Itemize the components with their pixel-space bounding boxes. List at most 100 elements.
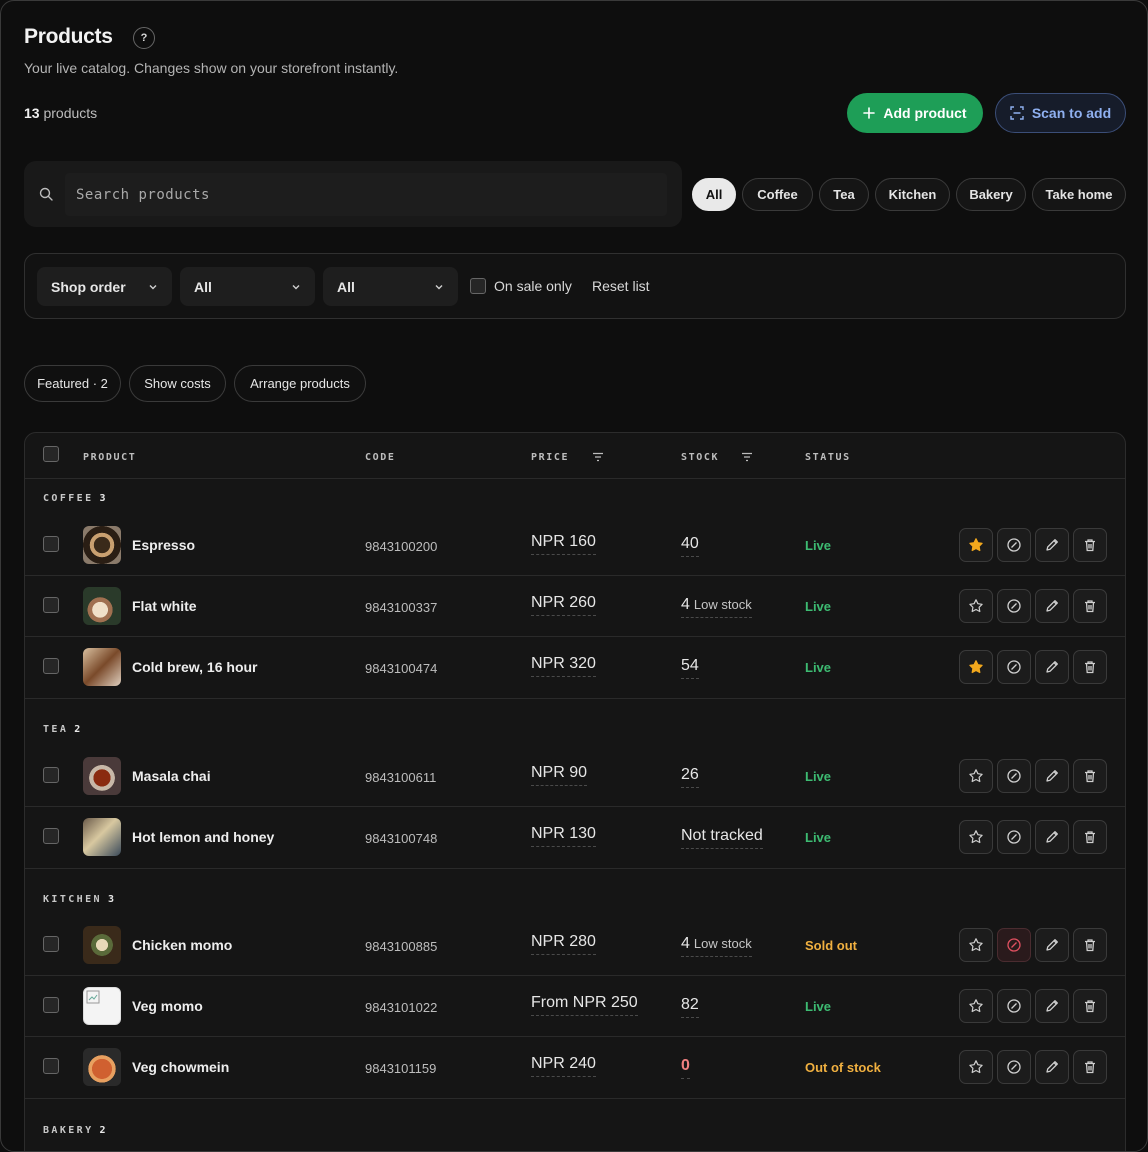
feature-star-button[interactable] (959, 650, 993, 684)
row-checkbox[interactable] (43, 658, 59, 674)
delete-button[interactable] (1073, 759, 1107, 793)
edit-button[interactable] (1035, 528, 1069, 562)
edit-button[interactable] (1035, 589, 1069, 623)
delete-button[interactable] (1073, 650, 1107, 684)
product-thumbnail (83, 587, 121, 625)
delete-button[interactable] (1073, 589, 1107, 623)
mark-unavailable-button[interactable] (997, 1050, 1031, 1084)
mark-unavailable-button[interactable] (997, 928, 1031, 962)
product-code: 9843100337 (365, 600, 438, 615)
product-stock[interactable]: 82 (681, 996, 699, 1018)
filter-select-2[interactable]: All (323, 267, 458, 306)
search-input[interactable] (65, 173, 667, 216)
sort-select[interactable]: Shop order (37, 267, 172, 306)
product-price[interactable]: NPR 320 (531, 655, 596, 677)
mark-unavailable-button[interactable] (997, 820, 1031, 854)
product-name[interactable]: Veg momo (132, 998, 203, 1014)
trash-icon (1085, 770, 1095, 783)
product-name[interactable]: Espresso (132, 537, 195, 553)
product-thumbnail (83, 926, 121, 964)
feature-star-button[interactable] (959, 928, 993, 962)
chip-coffee[interactable]: Coffee (742, 178, 813, 211)
featured-toggle[interactable]: Featured · 2 (24, 365, 121, 402)
price-sort-icon[interactable] (592, 452, 604, 462)
product-price[interactable]: NPR 280 (531, 933, 596, 955)
row-checkbox[interactable] (43, 828, 59, 844)
column-header-price[interactable]: PRICE (531, 452, 569, 463)
product-stock[interactable]: 26 (681, 766, 699, 788)
scan-to-add-button[interactable]: Scan to add (995, 93, 1126, 133)
edit-button[interactable] (1035, 989, 1069, 1023)
product-stock[interactable]: 0 (681, 1057, 690, 1079)
mark-unavailable-button[interactable] (997, 650, 1031, 684)
edit-button[interactable] (1035, 820, 1069, 854)
product-price[interactable]: NPR 90 (531, 764, 588, 786)
feature-star-button[interactable] (959, 589, 993, 623)
trash-icon (1085, 600, 1095, 613)
edit-button[interactable] (1035, 1050, 1069, 1084)
product-name[interactable]: Veg chowmein (132, 1059, 229, 1075)
add-product-button[interactable]: Add product (847, 93, 983, 133)
product-name[interactable]: Chicken momo (132, 937, 232, 953)
product-price[interactable]: NPR 160 (531, 533, 596, 555)
feature-star-button[interactable] (959, 528, 993, 562)
chip-take-home[interactable]: Take home (1032, 178, 1126, 211)
star-icon (969, 938, 983, 952)
pencil-icon (1046, 939, 1058, 951)
select-all-checkbox[interactable] (43, 446, 59, 462)
row-checkbox[interactable] (43, 997, 59, 1013)
product-stock[interactable]: Not tracked (681, 827, 763, 849)
row-checkbox[interactable] (43, 767, 59, 783)
broken-image-icon (86, 990, 100, 1004)
feature-star-button[interactable] (959, 989, 993, 1023)
feature-star-button[interactable] (959, 759, 993, 793)
help-icon[interactable]: ? (133, 27, 155, 49)
edit-button[interactable] (1035, 928, 1069, 962)
pencil-icon (1046, 831, 1058, 843)
product-name[interactable]: Masala chai (132, 768, 211, 784)
feature-star-button[interactable] (959, 1050, 993, 1084)
delete-button[interactable] (1073, 820, 1107, 854)
filter-select-2-value: All (337, 278, 355, 295)
chip-all[interactable]: All (692, 178, 736, 211)
delete-button[interactable] (1073, 1050, 1107, 1084)
show-costs-toggle[interactable]: Show costs (129, 365, 226, 402)
mark-unavailable-button[interactable] (997, 589, 1031, 623)
product-price[interactable]: NPR 260 (531, 594, 596, 616)
column-header-stock[interactable]: STOCK (681, 452, 719, 463)
row-checkbox[interactable] (43, 597, 59, 613)
edit-button[interactable] (1035, 650, 1069, 684)
product-stock[interactable]: 4 Low stock (681, 935, 752, 957)
feature-star-button[interactable] (959, 820, 993, 854)
row-checkbox[interactable] (43, 1058, 59, 1074)
product-name[interactable]: Flat white (132, 598, 197, 614)
mark-unavailable-button[interactable] (997, 528, 1031, 562)
row-checkbox[interactable] (43, 936, 59, 952)
delete-button[interactable] (1073, 989, 1107, 1023)
stock-sort-icon[interactable] (741, 452, 753, 462)
delete-button[interactable] (1073, 528, 1107, 562)
filter-select-1[interactable]: All (180, 267, 315, 306)
mark-unavailable-button[interactable] (997, 759, 1031, 793)
mark-unavailable-button[interactable] (997, 989, 1031, 1023)
reset-list-button[interactable]: Reset list (592, 278, 650, 294)
chip-kitchen[interactable]: Kitchen (875, 178, 950, 211)
chip-bakery[interactable]: Bakery (956, 178, 1026, 211)
product-name[interactable]: Hot lemon and honey (132, 829, 274, 845)
arrange-products-button[interactable]: Arrange products (234, 365, 366, 402)
delete-button[interactable] (1073, 928, 1107, 962)
product-stock[interactable]: 40 (681, 535, 699, 557)
product-price[interactable]: From NPR 250 (531, 994, 638, 1016)
product-stock[interactable]: 54 (681, 657, 699, 679)
product-price[interactable]: NPR 130 (531, 825, 596, 847)
product-price[interactable]: NPR 240 (531, 1055, 596, 1077)
chip-tea[interactable]: Tea (819, 178, 869, 211)
row-checkbox[interactable] (43, 536, 59, 552)
scan-to-add-label: Scan to add (1031, 105, 1112, 121)
edit-button[interactable] (1035, 759, 1069, 793)
unavailable-icon (1007, 830, 1021, 844)
product-name[interactable]: Cold brew, 16 hour (132, 659, 258, 675)
on-sale-label[interactable]: On sale only (494, 278, 572, 294)
on-sale-checkbox[interactable] (470, 278, 486, 294)
product-stock[interactable]: 4 Low stock (681, 596, 752, 618)
